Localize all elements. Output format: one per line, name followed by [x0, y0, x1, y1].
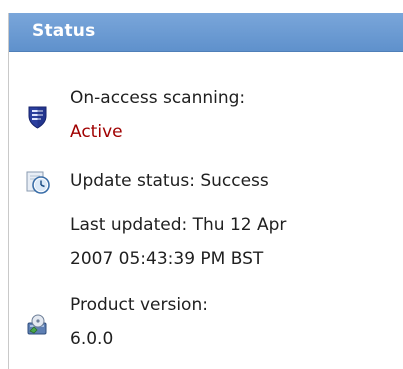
panel-title: Status	[32, 21, 96, 41]
status-panel-header: Status	[9, 13, 403, 52]
product-version-value: 6.0.0	[70, 329, 114, 349]
product-version-row: Product version: 6.0.0	[9, 288, 403, 358]
on-access-value: Active	[70, 122, 123, 142]
status-panel: Status On-access scanning: Active Update…	[8, 13, 403, 369]
update-status-label: Update status: Success	[70, 171, 269, 191]
on-access-label: On-access scanning:	[70, 88, 246, 108]
on-access-scanning-row: On-access scanning: Active	[9, 81, 403, 151]
product-version-label: Product version:	[70, 295, 208, 315]
last-updated-line1: Last updated: Thu 12 Apr	[70, 215, 287, 235]
clock-icon	[26, 170, 50, 194]
shield-icon	[26, 105, 50, 129]
update-status-row: Update status: Success Last updated: Thu…	[9, 164, 403, 284]
product-icon	[26, 313, 50, 337]
last-updated-line2: 2007 05:43:39 PM BST	[70, 249, 264, 269]
